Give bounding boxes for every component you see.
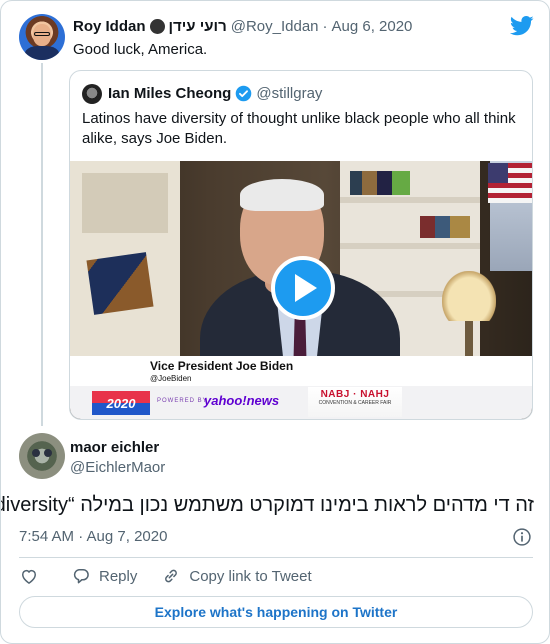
thread-line xyxy=(41,63,43,426)
info-icon[interactable] xyxy=(512,527,532,547)
reply-handle[interactable]: @EichlerMaor xyxy=(70,459,165,476)
play-icon xyxy=(295,274,317,302)
avatar-glasses xyxy=(34,32,50,36)
yahoo-news-logo: yahoo!news xyxy=(204,393,280,408)
video-thumbnail[interactable]: Vice President Joe Biden @JoeBiden 2020 … xyxy=(70,161,532,419)
actions-divider xyxy=(19,557,533,558)
maor-eichler-avatar[interactable] xyxy=(19,433,65,479)
reply-bubble-icon xyxy=(73,569,89,584)
dark-circle-emoji-icon xyxy=(149,19,165,34)
main-tweet-display-name[interactable]: Roy Iddan xyxy=(73,18,146,35)
action-bar: Reply Copy link to Tweet xyxy=(19,565,312,587)
main-tweet-hebrew-name[interactable]: רועי עידן xyxy=(169,18,227,35)
main-tweet-header: Roy Iddan רועי עידן @Roy_Iddan · Aug 6, … xyxy=(73,18,412,35)
verified-badge-icon xyxy=(236,85,252,102)
play-button[interactable] xyxy=(271,256,335,320)
quoted-tweet-header: Ian Miles Cheong @stillgray xyxy=(108,85,322,102)
reply-button[interactable]: Reply xyxy=(71,566,137,586)
reply-timestamp[interactable]: 7:54 AM · Aug 7, 2020 xyxy=(19,528,167,545)
books-row-1 xyxy=(350,171,410,195)
copy-link-button[interactable]: Copy link to Tweet xyxy=(161,566,312,586)
twitter-bird-icon[interactable] xyxy=(510,16,534,36)
quoted-tweet-display-name: Ian Miles Cheong xyxy=(108,85,232,102)
avatar-shirt xyxy=(25,46,59,60)
lamp-stand xyxy=(465,321,473,361)
lower-third-name: Vice President Joe Biden xyxy=(150,359,294,373)
reply-tweet-text: זה די מדהים לראות בימינו דמוקרט משתמש נכ… xyxy=(1,494,534,516)
powered-by-label: POWERED BY xyxy=(157,398,208,404)
like-button[interactable] xyxy=(19,566,39,586)
lower-third-bar xyxy=(70,356,532,386)
lamp-shade xyxy=(442,271,496,321)
main-tweet-date[interactable]: Aug 6, 2020 xyxy=(332,18,413,35)
quoted-tweet-text: Latinos have diversity of thought unlike… xyxy=(82,110,516,147)
us-flag xyxy=(488,163,532,203)
roy-iddan-avatar[interactable] xyxy=(19,14,65,60)
reply-display-name[interactable]: maor eichler xyxy=(70,439,159,456)
sponsor-name: NABJ · NAHJ xyxy=(320,389,390,400)
heart-icon xyxy=(22,569,36,584)
folded-flag xyxy=(86,252,154,315)
main-tweet-text: Good luck, America. xyxy=(73,41,208,58)
ian-miles-cheong-avatar xyxy=(82,84,102,104)
quoted-tweet[interactable]: Ian Miles Cheong @stillgray Latinos have… xyxy=(69,70,533,420)
separator-dot: · xyxy=(322,18,328,35)
link-icon xyxy=(165,569,178,583)
sponsor-logo: NABJ · NAHJ CONVENTION & CAREER FAIR xyxy=(308,389,402,417)
main-tweet-handle[interactable]: @Roy_Iddan xyxy=(231,18,319,35)
reply-label: Reply xyxy=(99,567,138,585)
sponsor-subtitle: CONVENTION & CAREER FAIR xyxy=(318,400,392,406)
speaker-hair xyxy=(240,179,324,211)
2020-badge: 2020 xyxy=(92,391,150,415)
explore-button[interactable]: Explore what's happening on Twitter xyxy=(19,596,533,628)
copy-link-label: Copy link to Tweet xyxy=(189,567,312,585)
embedded-tweet-card: Roy Iddan רועי עידן @Roy_Iddan · Aug 6, … xyxy=(0,0,550,644)
quoted-tweet-handle: @stillgray xyxy=(256,85,323,102)
lower-third-handle: @JoeBiden xyxy=(150,374,192,383)
books-row-2 xyxy=(420,216,470,238)
